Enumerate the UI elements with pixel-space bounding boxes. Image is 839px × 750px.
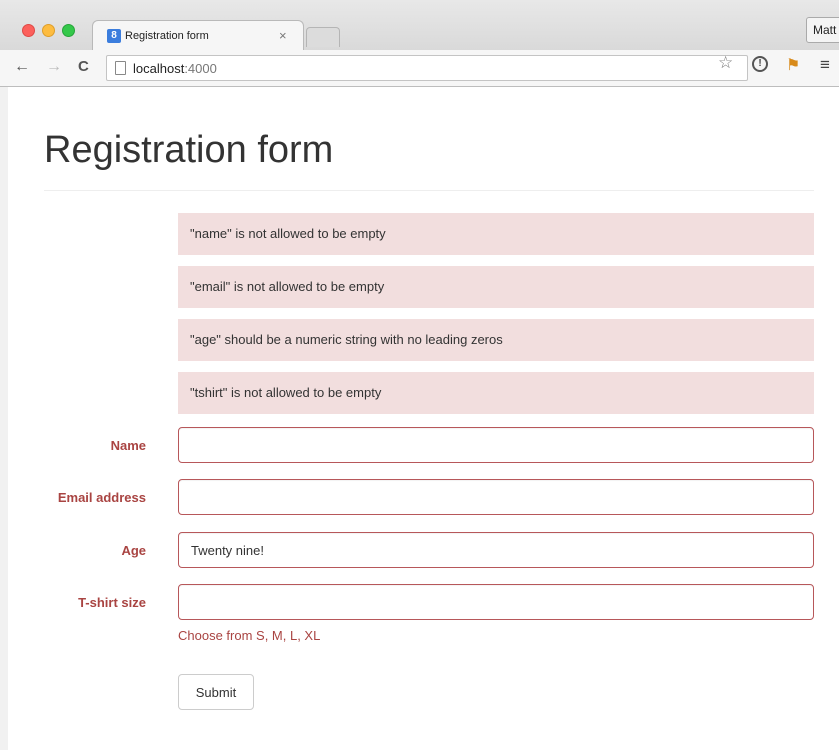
new-tab-button[interactable] [306, 27, 340, 47]
tshirt-label: T-shirt size [78, 595, 146, 610]
bookmark-star-icon[interactable]: ☆ [718, 53, 733, 73]
error-alert-tshirt: "tshirt" is not allowed to be empty [178, 372, 814, 414]
name-label: Name [110, 438, 146, 453]
browser-toolbar: ← → C localhost:4000 ☆ ! ⚑ ≡ [0, 50, 839, 87]
tab-title: Registration form [125, 30, 209, 42]
email-input[interactable] [178, 479, 814, 515]
name-input[interactable] [178, 427, 814, 463]
page-content: Registration form "name" is not allowed … [8, 87, 839, 750]
forward-arrow-icon[interactable]: → [46, 58, 62, 76]
age-label: Age [121, 543, 146, 558]
error-alert-age: "age" should be a numeric string with no… [178, 319, 814, 361]
url-port: :4000 [184, 61, 217, 76]
back-arrow-icon[interactable]: ← [14, 58, 30, 76]
extension-flag-icon[interactable]: ⚑ [786, 55, 800, 75]
address-bar[interactable]: localhost:4000 [106, 55, 748, 81]
error-alert-email: "email" is not allowed to be empty [178, 266, 814, 308]
error-alert-name: "name" is not allowed to be empty [178, 213, 814, 255]
profile-button[interactable]: Matt [806, 17, 839, 43]
age-input[interactable] [178, 532, 814, 568]
tshirt-help-text: Choose from S, M, L, XL [178, 628, 321, 643]
favicon-icon: 8 [107, 29, 121, 43]
menu-hamburger-icon[interactable]: ≡ [820, 55, 830, 75]
browser-titlebar: 8 Registration form × Matt [0, 0, 839, 51]
title-divider [44, 190, 814, 191]
reload-icon[interactable]: C [78, 58, 89, 75]
email-label: Email address [57, 490, 146, 505]
close-tab-icon[interactable]: × [279, 28, 287, 43]
minimize-window-button[interactable] [42, 24, 55, 37]
browser-tab-active[interactable]: 8 Registration form × [92, 20, 304, 51]
page-icon [115, 61, 126, 75]
extension-info-icon[interactable]: ! [752, 56, 768, 72]
url-host: localhost [133, 61, 185, 76]
maximize-window-button[interactable] [62, 24, 75, 37]
tshirt-input[interactable] [178, 584, 814, 620]
page-title: Registration form [44, 129, 334, 171]
url-text: localhost:4000 [133, 61, 217, 76]
close-window-button[interactable] [22, 24, 35, 37]
submit-button[interactable]: Submit [178, 674, 254, 710]
